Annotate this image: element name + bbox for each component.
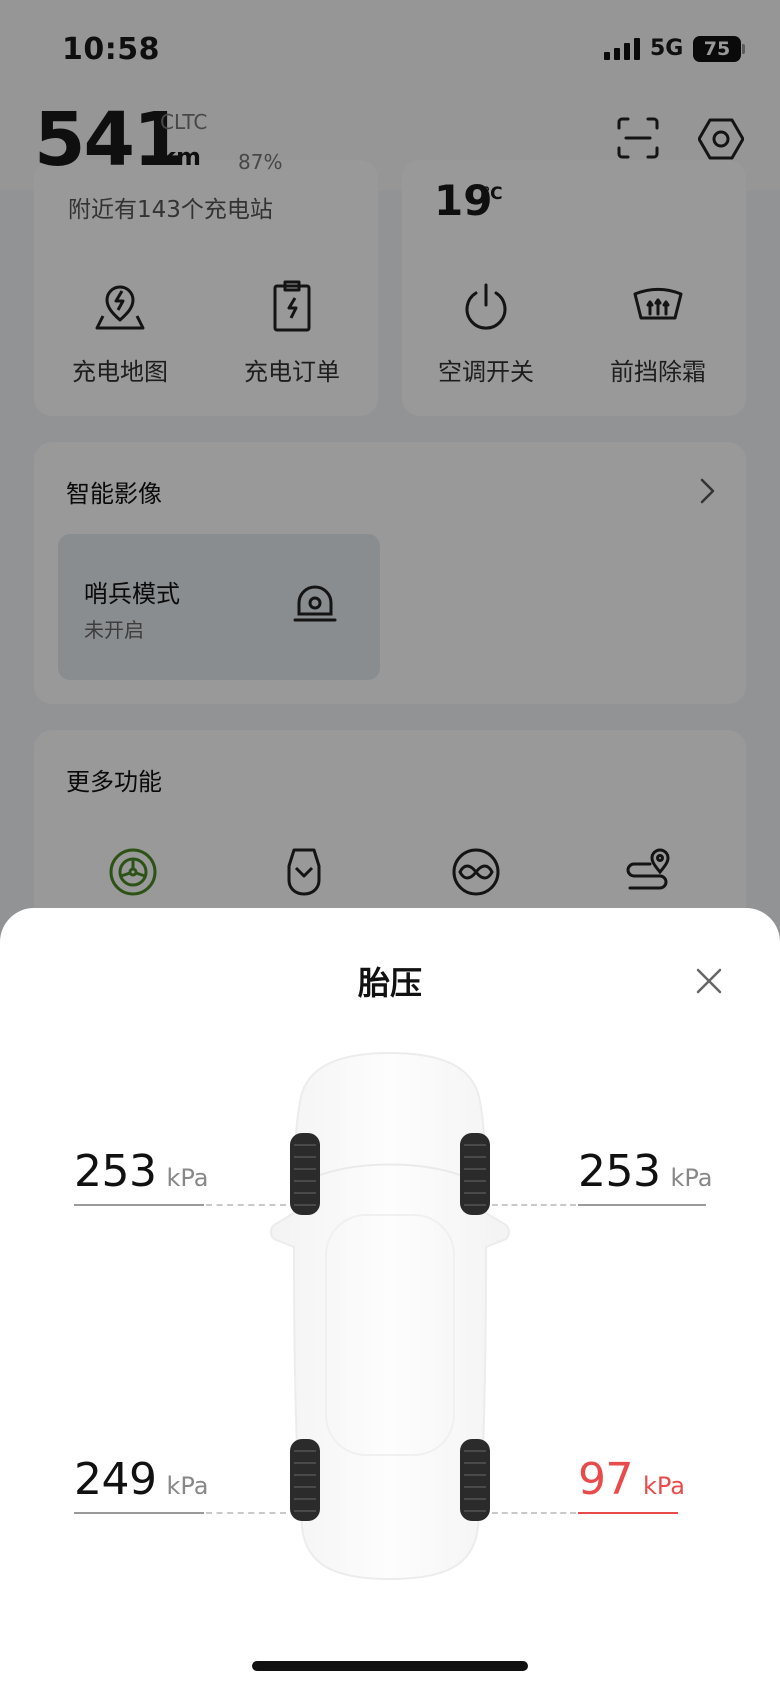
rear-right-pressure-unit: kPa: [643, 1472, 685, 1500]
rear-right-underline: [578, 1512, 678, 1514]
front-left-pressure-unit: kPa: [166, 1164, 209, 1192]
tire-front-right: [460, 1133, 490, 1215]
car-top-view: [270, 1051, 510, 1581]
front-right-underline: [578, 1204, 706, 1206]
front-left-leader-line: [206, 1204, 286, 1206]
tire-rear-right: [460, 1439, 490, 1521]
front-left-pressure-value: 253: [74, 1146, 157, 1197]
home-indicator[interactable]: [252, 1661, 528, 1671]
sheet-title: 胎压: [357, 964, 422, 1002]
front-right-pressure-value: 253: [578, 1146, 661, 1197]
rear-right-leader-line: [492, 1512, 576, 1514]
rear-right-pressure-value: 97: [578, 1454, 634, 1505]
tire-front-left: [290, 1133, 320, 1215]
rear-left-pressure-unit: kPa: [166, 1472, 209, 1500]
front-right-pressure-unit: kPa: [670, 1164, 713, 1192]
front-left-underline: [74, 1204, 204, 1206]
front-right-pressure: 253 kPa: [578, 1146, 712, 1197]
front-left-pressure: 253 kPa: [74, 1146, 208, 1197]
rear-left-pressure-value: 249: [74, 1454, 157, 1505]
tire-rear-left: [290, 1439, 320, 1521]
close-icon[interactable]: [688, 960, 730, 1002]
front-right-leader-line: [492, 1204, 576, 1206]
rear-left-pressure: 249 kPa: [74, 1454, 208, 1505]
rear-left-underline: [74, 1512, 204, 1514]
rear-left-leader-line: [206, 1512, 286, 1514]
rear-right-pressure: 97 kPa: [578, 1454, 685, 1505]
